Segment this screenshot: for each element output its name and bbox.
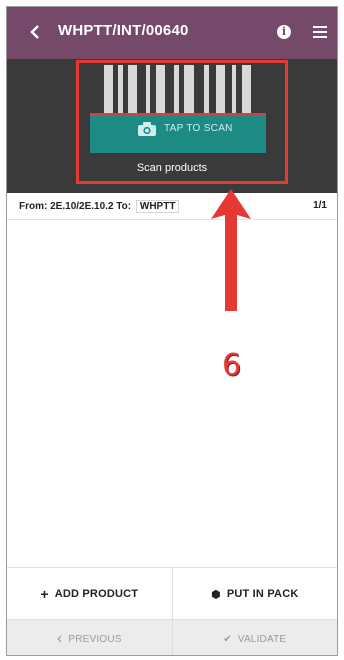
check-icon: ✔ bbox=[223, 633, 232, 645]
chevron-left-icon: ‹ bbox=[56, 630, 63, 647]
top-bar: WHPTT/INT/00640 i bbox=[7, 7, 337, 59]
put-in-pack-button[interactable]: ⬢ PUT IN PACK bbox=[171, 568, 338, 620]
chevron-left-icon bbox=[30, 25, 39, 39]
scan-highlight-box bbox=[76, 60, 288, 184]
back-button[interactable] bbox=[23, 20, 47, 44]
plus-icon: + bbox=[40, 586, 49, 602]
page-title: WHPTT/INT/00640 bbox=[58, 22, 189, 39]
add-product-button[interactable]: + ADD PRODUCT bbox=[7, 568, 172, 620]
package-icon: ⬢ bbox=[211, 588, 221, 601]
hamburger-menu-icon[interactable] bbox=[313, 26, 327, 38]
previous-button[interactable]: ‹ PREVIOUS bbox=[7, 620, 172, 655]
previous-label: PREVIOUS bbox=[68, 633, 122, 645]
from-label: From: bbox=[19, 201, 48, 212]
location-bar: From: 2E.10/2E.10.2 To: WHPTT 1/1 bbox=[7, 193, 337, 220]
validate-button[interactable]: ✔ VALIDATE bbox=[171, 620, 338, 655]
put-in-pack-label: PUT IN PACK bbox=[226, 588, 299, 600]
info-icon[interactable]: i bbox=[277, 25, 291, 39]
red-arrow-up-icon bbox=[211, 189, 251, 311]
add-product-label: ADD PRODUCT bbox=[54, 588, 139, 600]
action-row: + ADD PRODUCT ⬢ PUT IN PACK bbox=[7, 567, 337, 620]
from-value: 2E.10/2E.10.2 bbox=[50, 201, 114, 212]
to-label: To: bbox=[116, 201, 132, 212]
to-value: WHPTT bbox=[135, 200, 180, 213]
page-counter: 1/1 bbox=[313, 200, 327, 211]
location-text: From: 2E.10/2E.10.2 To: WHPTT bbox=[19, 200, 180, 213]
step-number-annotation: 6 bbox=[222, 348, 242, 383]
validate-label: VALIDATE bbox=[237, 633, 287, 645]
navigation-row: ‹ PREVIOUS ✔ VALIDATE bbox=[7, 619, 338, 655]
